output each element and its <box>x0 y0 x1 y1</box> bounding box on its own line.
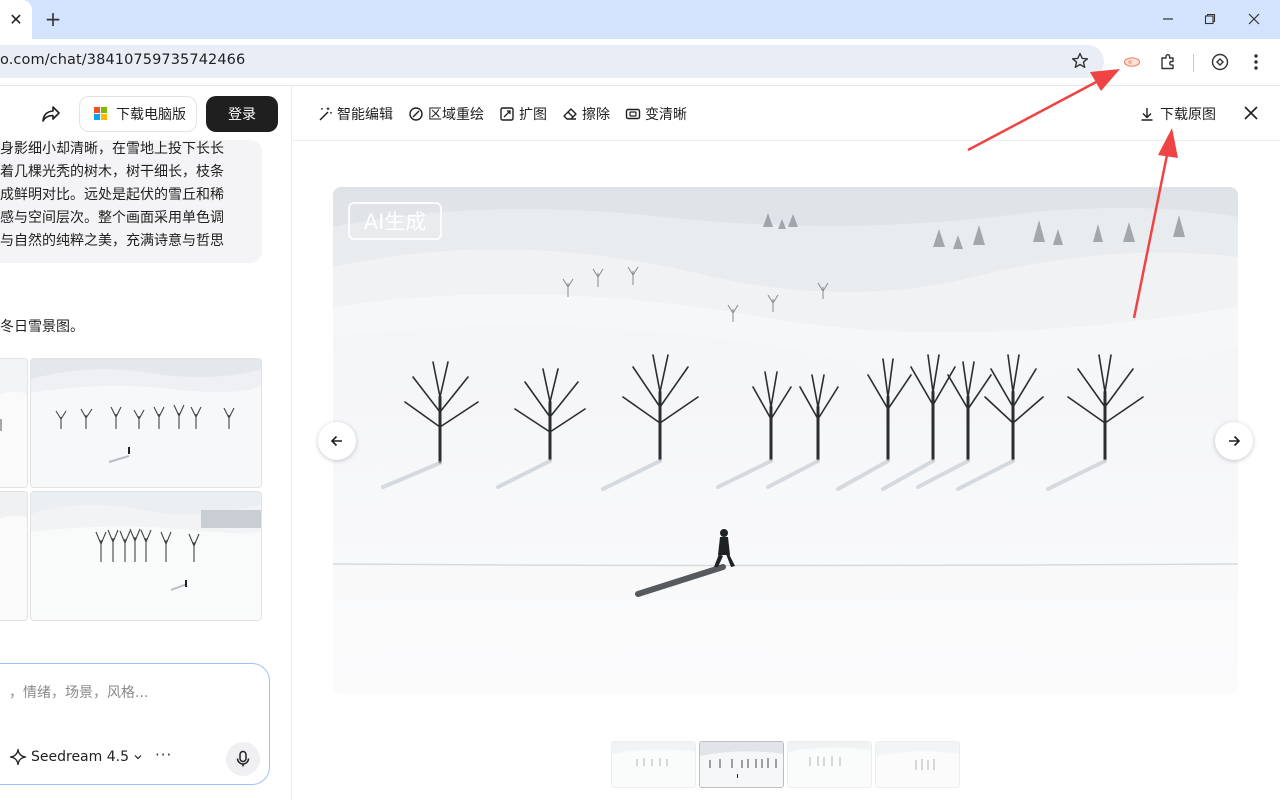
snowy-landscape-image <box>333 187 1238 694</box>
tab-close-button[interactable]: ✕ <box>0 0 32 39</box>
viewer-toolbar: 智能编辑 区域重绘 扩图 擦除 变清晰 下载原图 <box>293 86 1280 141</box>
message-line: 感与空间层次。整个画面采用单色调 <box>0 210 224 226</box>
browser-toolbar: o.com/chat/38410759735742466 <box>0 39 1280 86</box>
share-icon[interactable] <box>40 103 62 125</box>
restore-button[interactable] <box>1196 6 1224 32</box>
model-name: Seedream 4.5 <box>31 749 129 765</box>
prompt-message-bubble: 身影细小却清晰，在雪地上投下长长 着几棵光秃的树木，树干细长，枝条 成鲜明对比。… <box>0 140 262 263</box>
expand-image-button[interactable]: 扩图 <box>499 104 547 124</box>
chevron-down-icon <box>134 755 142 760</box>
thumbnail-strip-item[interactable] <box>611 741 696 788</box>
ai-generated-badge: AI生成 <box>348 202 442 240</box>
expand-icon <box>500 107 514 121</box>
generated-image-thumbnail[interactable] <box>0 358 28 488</box>
download-desktop-label: 下载电脑版 <box>116 107 186 123</box>
generated-image-thumbnail[interactable] <box>30 491 262 621</box>
message-line: 成鲜明对比。远处是起伏的雪丘和稀 <box>0 187 224 203</box>
enhance-clarity-button[interactable]: 变清晰 <box>625 104 687 124</box>
browser-tabstrip: ✕ + <box>0 0 1280 39</box>
smart-edit-label: 智能编辑 <box>337 107 393 123</box>
message-line: 着几棵光秃的树木，树干细长，枝条 <box>0 164 224 180</box>
main-generated-image[interactable]: AI生成 <box>333 187 1238 694</box>
minimize-icon <box>1163 18 1173 20</box>
arrow-right-icon <box>1229 435 1241 447</box>
hd-icon <box>625 108 641 120</box>
windows-logo-icon <box>94 107 108 121</box>
prompt-input-placeholder[interactable]: ，情绪，场景，风格... <box>9 682 148 702</box>
brush-icon <box>409 107 423 121</box>
bookmark-star-icon[interactable] <box>1070 51 1090 71</box>
download-desktop-button[interactable]: 下载电脑版 <box>79 96 197 132</box>
extensions-puzzle-icon[interactable] <box>1157 51 1179 73</box>
thumbnail-strip-item[interactable] <box>875 741 960 788</box>
message-line: 与自然的纯粹之美，充满诗意与哲思 <box>0 233 224 249</box>
login-button[interactable]: 登录 <box>206 96 278 132</box>
profile-icon[interactable] <box>1209 51 1231 73</box>
url-text: o.com/chat/38410759735742466 <box>0 52 246 68</box>
close-icon <box>1248 13 1260 25</box>
image-viewer: 智能编辑 区域重绘 扩图 擦除 变清晰 下载原图 AI生成 <box>293 86 1280 800</box>
next-image-button[interactable] <box>1215 422 1253 460</box>
model-selector[interactable]: Seedream 4.5 <box>9 748 143 766</box>
sparkle-icon <box>9 748 27 766</box>
generated-image-thumbnail[interactable] <box>30 358 262 488</box>
chat-panel: 下载电脑版 登录 身影细小却清晰，在雪地上投下长长 着几棵光秃的树木，树干细长，… <box>0 86 292 800</box>
smart-edit-button[interactable]: 智能编辑 <box>317 104 393 124</box>
message-line: 身影细小却清晰，在雪地上投下长长 <box>0 141 224 157</box>
window-close-button[interactable] <box>1240 6 1268 32</box>
close-viewer-icon[interactable] <box>1241 103 1261 123</box>
thumbnail-strip-item[interactable] <box>787 741 872 788</box>
generated-image-thumbnail[interactable] <box>0 491 28 621</box>
new-tab-button[interactable]: + <box>42 7 64 31</box>
magic-wand-icon <box>319 107 332 121</box>
download-icon <box>1141 108 1153 121</box>
thumbnail-strip-item-active[interactable] <box>699 741 784 788</box>
minimize-button[interactable] <box>1154 6 1182 32</box>
expand-image-label: 扩图 <box>519 107 547 123</box>
arrow-left-icon <box>330 435 342 447</box>
erase-label: 擦除 <box>582 107 610 123</box>
more-options-button[interactable]: ··· <box>155 746 172 764</box>
assistant-reply-text: 冬日雪景图。 <box>0 319 84 335</box>
address-bar[interactable]: o.com/chat/38410759735742466 <box>0 45 1104 78</box>
enhance-clarity-label: 变清晰 <box>645 107 687 123</box>
previous-image-button[interactable] <box>318 422 356 460</box>
download-original-button[interactable]: 下载原图 <box>1139 104 1216 124</box>
microphone-icon <box>236 750 250 767</box>
region-repaint-button[interactable]: 区域重绘 <box>408 104 484 124</box>
restore-icon <box>1204 13 1216 25</box>
download-original-label: 下载原图 <box>1160 107 1216 123</box>
eraser-icon <box>563 108 577 120</box>
prompt-composer[interactable]: ，情绪，场景，风格... Seedream 4.5 ··· <box>0 663 270 785</box>
erase-button[interactable]: 擦除 <box>562 104 610 124</box>
extension-pill-icon[interactable] <box>1121 51 1143 73</box>
region-repaint-label: 区域重绘 <box>428 107 484 123</box>
toolbar-separator <box>1193 54 1194 72</box>
voice-input-button[interactable] <box>226 742 260 776</box>
browser-menu-icon[interactable] <box>1245 51 1267 73</box>
